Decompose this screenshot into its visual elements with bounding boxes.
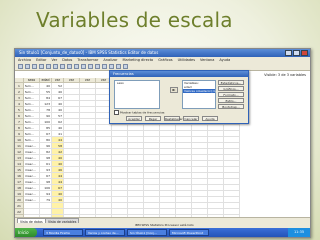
statistics-button[interactable]: Estadísticos... <box>218 80 244 85</box>
frequencies-dialog: Frecuencias sexo ► Variables: edad Valor… <box>109 70 249 124</box>
goto-case-icon[interactable] <box>60 64 65 69</box>
find-icon[interactable] <box>81 64 86 69</box>
minimize-icon[interactable] <box>285 50 292 56</box>
dialog-side-buttons: Estadísticos... Gráficos... Formato... E… <box>218 80 244 109</box>
charts-button[interactable]: Gráficos... <box>218 86 244 91</box>
bootstrap-button[interactable]: Bootstrap... <box>218 104 244 109</box>
open-icon[interactable] <box>18 64 23 69</box>
redo-icon[interactable] <box>53 64 58 69</box>
undo-icon[interactable] <box>46 64 51 69</box>
dialog-title: Frecuencias <box>110 71 248 77</box>
variables-icon[interactable] <box>74 64 79 69</box>
show-tables-checkbox[interactable]: Mostrar tablas de frecuencias <box>114 110 164 115</box>
goto-variable-icon[interactable] <box>67 64 72 69</box>
selected-variables-list[interactable]: Variables: edad Valores colesterol [d... <box>182 80 217 109</box>
close-icon[interactable] <box>301 50 308 56</box>
value-labels-icon[interactable] <box>123 64 128 69</box>
taskbar: Inicio 3 Mozilla Firefox Varios y conteo… <box>15 228 310 237</box>
style-button[interactable]: Estilo... <box>218 98 244 103</box>
source-variable-item[interactable]: sexo <box>115 81 159 86</box>
weight-cases-icon[interactable] <box>109 64 114 69</box>
taskbar-task-firefox[interactable]: 3 Mozilla Firefox <box>43 229 83 236</box>
split-file-icon[interactable] <box>102 64 107 69</box>
window-controls <box>285 50 308 56</box>
selected-variable-item[interactable]: Valores colesterol [d... <box>183 89 217 93</box>
select-cases-icon[interactable] <box>116 64 121 69</box>
paste-button[interactable]: Pegar <box>145 116 161 121</box>
insert-cases-icon[interactable] <box>88 64 93 69</box>
taskbar-task-powerpoint[interactable]: Microsoft PowerPoint <box>169 229 209 236</box>
insert-variable-icon[interactable] <box>95 64 100 69</box>
reset-button[interactable]: Restablecer <box>164 116 183 121</box>
taskbar-task-spss[interactable]: Sin título1 [Conj... <box>127 229 167 236</box>
checkbox-icon[interactable] <box>114 110 119 115</box>
move-variable-button[interactable]: ► <box>170 87 178 93</box>
save-icon[interactable] <box>25 64 30 69</box>
help-button[interactable]: Ayuda <box>202 116 218 121</box>
window-title: Sin título1 [Conjunto_de_datos0] - IBM S… <box>19 50 159 55</box>
dialog-buttons: Aceptar Pegar Restablecer Cancelar Ayuda <box>126 116 218 121</box>
slide-title: Variables de escala <box>36 8 233 32</box>
source-variable-list[interactable]: sexo <box>114 80 160 109</box>
slide: Variables de escala Sin título1 [Conjunt… <box>0 0 320 240</box>
format-button[interactable]: Formato... <box>218 92 244 97</box>
print-icon[interactable] <box>32 64 37 69</box>
checkbox-label: Mostrar tablas de frecuencias <box>120 110 165 115</box>
cancel-button[interactable]: Cancelar <box>183 116 199 121</box>
taskbar-task-word[interactable]: Varios y conteo de... <box>85 229 125 236</box>
maximize-icon[interactable] <box>293 50 300 56</box>
dialog-recall-icon[interactable] <box>39 64 44 69</box>
clock: 11:35 <box>288 228 310 237</box>
start-button[interactable]: Inicio <box>15 228 37 237</box>
ok-button[interactable]: Aceptar <box>126 116 142 121</box>
window-titlebar: Sin título1 [Conjunto_de_datos0] - IBM S… <box>15 49 310 57</box>
